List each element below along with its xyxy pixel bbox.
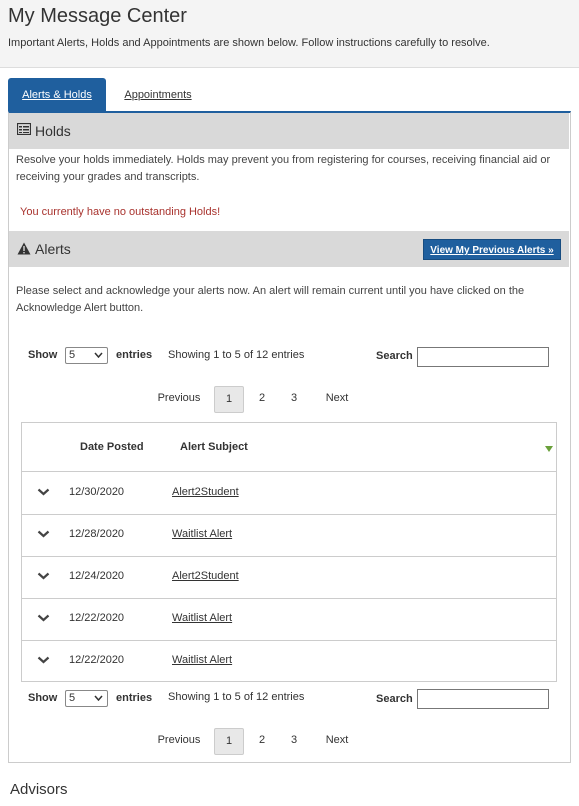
chevron-down-icon[interactable]: [37, 656, 50, 664]
row-subject-link[interactable]: Alert2Student: [172, 570, 239, 582]
pager-page-1[interactable]: 1: [214, 386, 244, 413]
entries-label: entries: [116, 349, 153, 361]
table-row[interactable]: 12/22/2020 Waitlist Alert: [22, 640, 556, 682]
pager-page-3[interactable]: 3: [284, 728, 304, 755]
table-row[interactable]: 12/30/2020 Alert2Student: [22, 472, 556, 514]
holds-description: Resolve your holds immediately. Holds ma…: [16, 154, 551, 183]
column-header-date[interactable]: Date Posted: [80, 441, 144, 453]
table-row[interactable]: 12/24/2020 Alert2Student: [22, 556, 556, 598]
row-subject-link[interactable]: Waitlist Alert: [172, 612, 232, 624]
sort-desc-icon[interactable]: [545, 446, 553, 452]
pager-page-1[interactable]: 1: [214, 728, 244, 755]
row-date: 12/24/2020: [69, 570, 125, 582]
table-info: Showing 1 to 5 of 12 entries: [168, 691, 305, 703]
table-row[interactable]: 12/22/2020 Waitlist Alert: [22, 598, 556, 640]
advisors-heading: Advisors: [10, 781, 68, 798]
pager-page-2[interactable]: 2: [252, 728, 272, 755]
search-input[interactable]: [417, 689, 549, 709]
search-input[interactable]: [417, 347, 549, 367]
alerts-title: Alerts: [35, 241, 71, 257]
holds-section-header: Holds: [9, 113, 569, 149]
row-subject-link[interactable]: Alert2Student: [172, 486, 239, 498]
page-size-select[interactable]: 5: [65, 690, 108, 707]
page-size-value: 5: [69, 692, 76, 704]
chevron-down-icon: [94, 695, 103, 701]
row-date: 12/22/2020: [69, 612, 125, 624]
pager-next[interactable]: Next: [320, 386, 354, 413]
row-subject-link[interactable]: Waitlist Alert: [172, 528, 232, 540]
page-title: My Message Center: [8, 5, 187, 27]
chevron-down-icon: [94, 352, 103, 358]
pager-page-3[interactable]: 3: [284, 386, 304, 413]
row-date: 12/22/2020: [69, 654, 125, 666]
table-row[interactable]: 12/28/2020 Waitlist Alert: [22, 514, 556, 556]
page-size-value: 5: [69, 349, 76, 361]
entries-label: entries: [116, 692, 153, 704]
page-size-select[interactable]: 5: [65, 347, 108, 364]
show-label: Show: [28, 692, 58, 704]
holds-status: You currently have no outstanding Holds!: [20, 206, 221, 218]
pager-next[interactable]: Next: [320, 728, 354, 755]
warning-icon: [17, 242, 31, 255]
page-subtitle: Important Alerts, Holds and Appointments…: [8, 37, 490, 49]
show-label: Show: [28, 349, 58, 361]
row-subject-link[interactable]: Waitlist Alert: [172, 654, 232, 666]
tab-alerts-holds[interactable]: Alerts & Holds: [8, 78, 106, 112]
chevron-down-icon[interactable]: [37, 572, 50, 580]
list-card-icon: [17, 123, 31, 135]
row-date: 12/28/2020: [69, 528, 125, 540]
view-previous-alerts-button[interactable]: View My Previous Alerts »: [423, 239, 561, 260]
search-label: Search: [376, 350, 413, 362]
chevron-down-icon[interactable]: [37, 530, 50, 538]
alerts-table: Date Posted Alert Subject 12/30/2020 Ale…: [21, 422, 557, 682]
tab-appointments[interactable]: Appointments: [112, 78, 204, 112]
pager-previous[interactable]: Previous: [152, 728, 206, 755]
column-header-subject[interactable]: Alert Subject: [180, 441, 248, 453]
chevron-down-icon[interactable]: [37, 488, 50, 496]
table-info: Showing 1 to 5 of 12 entries: [168, 349, 305, 361]
pager-previous[interactable]: Previous: [152, 386, 206, 413]
page-header: My Message Center Important Alerts, Hold…: [0, 0, 579, 68]
search-label: Search: [376, 693, 413, 705]
holds-title: Holds: [35, 123, 71, 139]
row-date: 12/30/2020: [69, 486, 125, 498]
chevron-down-icon[interactable]: [37, 614, 50, 622]
alerts-description: Please select and acknowledge your alert…: [16, 285, 525, 314]
pager-page-2[interactable]: 2: [252, 386, 272, 413]
